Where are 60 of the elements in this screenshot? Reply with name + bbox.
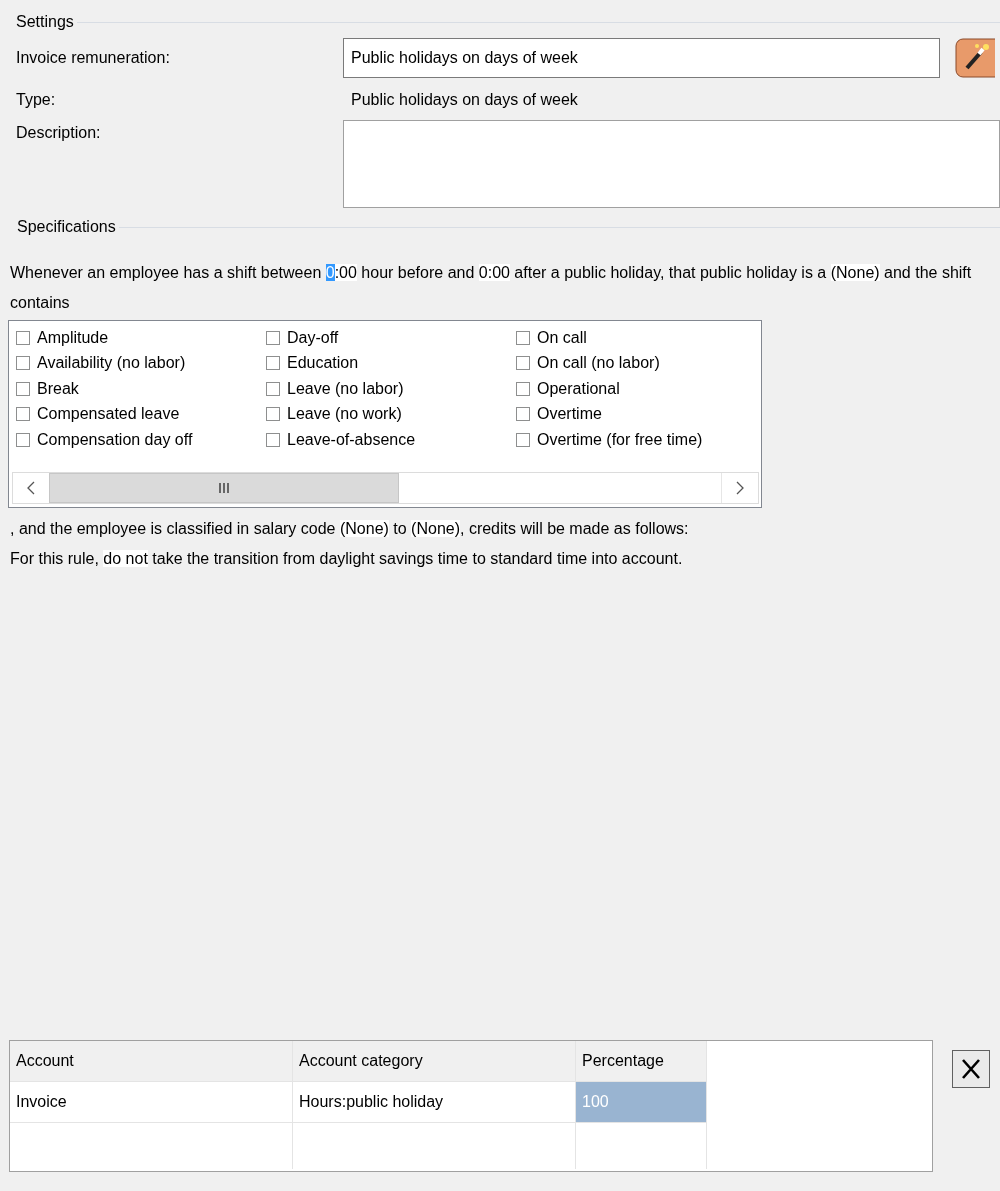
checkbox[interactable] bbox=[516, 381, 530, 396]
inline-field[interactable]: (None) bbox=[411, 520, 460, 537]
inline-field[interactable]: (None) bbox=[830, 264, 880, 281]
table-cell: 100 bbox=[576, 1082, 707, 1123]
field-label: Invoice remuneration: bbox=[15, 49, 171, 67]
horizontal-scrollbar[interactable] bbox=[12, 472, 759, 504]
scroll-thumb[interactable] bbox=[49, 473, 399, 503]
checkbox-item[interactable]: Education bbox=[262, 350, 512, 376]
checkbox-item[interactable]: Overtime (for free time) bbox=[512, 427, 762, 453]
checkbox-item[interactable]: On call bbox=[512, 325, 762, 351]
field-label: Type: bbox=[15, 91, 57, 109]
checkbox[interactable] bbox=[16, 356, 30, 371]
delete-button[interactable] bbox=[952, 1050, 990, 1088]
text-field[interactable]: Public holidays on days of week bbox=[343, 38, 940, 78]
checkbox[interactable] bbox=[16, 330, 30, 345]
group-title: Specifications bbox=[16, 218, 117, 236]
checkbox-item[interactable]: Operational bbox=[512, 376, 762, 402]
rule-sentence: , and the employee is classified in salary code (None) to (None), credits will be made as follows: bbox=[9, 519, 690, 539]
checkbox[interactable] bbox=[516, 432, 530, 447]
inline-field[interactable]: do not bbox=[103, 550, 148, 567]
checkbox[interactable] bbox=[16, 432, 30, 447]
checkbox-item[interactable]: Amplitude bbox=[12, 325, 262, 351]
field-label: Description: bbox=[15, 123, 102, 142]
checkbox[interactable] bbox=[516, 330, 530, 345]
inline-field[interactable]: (None) bbox=[339, 520, 389, 537]
checkbox-item[interactable]: Leave (no work) bbox=[262, 401, 512, 427]
type-value: Public holidays on days of week bbox=[350, 91, 578, 109]
inline-field[interactable]: 0:00 bbox=[325, 264, 357, 281]
magic-wand-icon bbox=[955, 38, 995, 78]
column-header[interactable]: Account bbox=[10, 1041, 293, 1082]
checkbox[interactable] bbox=[16, 407, 30, 422]
checkbox-item[interactable]: On call (no labor) bbox=[512, 350, 762, 376]
checkbox-item[interactable]: Leave (no labor) bbox=[262, 376, 512, 402]
column-header[interactable]: Percentage bbox=[576, 1041, 707, 1082]
close-icon bbox=[959, 1057, 983, 1081]
column-header[interactable]: Account category bbox=[293, 1041, 576, 1082]
rule-sentence: Whenever an employee has a shift between 0:00 hour before and 0:00 after a public holiday, that public holiday is a (None) and the shift contains bbox=[9, 263, 973, 313]
checkbox[interactable] bbox=[266, 407, 280, 422]
scroll-right-icon[interactable] bbox=[722, 473, 758, 503]
checkbox-item[interactable]: Compensated leave bbox=[12, 401, 262, 427]
inline-field[interactable]: 0:00 bbox=[478, 264, 510, 281]
table-cell: Invoice bbox=[10, 1082, 293, 1123]
rule-sentence: For this rule, do not take the transition from daylight savings time to standard time into account. bbox=[9, 549, 684, 569]
checkbox[interactable] bbox=[266, 381, 280, 396]
checkbox-item[interactable]: Availability (no labor) bbox=[12, 350, 262, 376]
checkbox[interactable] bbox=[266, 330, 280, 345]
checkbox[interactable] bbox=[516, 407, 530, 422]
checkbox-item[interactable]: Compensation day off bbox=[12, 427, 262, 453]
checkbox-item[interactable]: Day-off bbox=[262, 325, 512, 351]
group-title: Settings bbox=[15, 13, 75, 31]
checkbox-item[interactable]: Leave-of-absence bbox=[262, 427, 512, 453]
scroll-left-icon[interactable] bbox=[13, 473, 49, 503]
checkbox-item[interactable]: Overtime bbox=[512, 401, 762, 427]
checkbox[interactable] bbox=[16, 381, 30, 396]
checkbox[interactable] bbox=[266, 432, 280, 447]
description-field[interactable] bbox=[343, 120, 1000, 208]
checkbox-item[interactable]: Break bbox=[12, 376, 262, 402]
checkbox[interactable] bbox=[516, 356, 530, 371]
wizard-button[interactable] bbox=[955, 36, 995, 80]
checkbox[interactable] bbox=[266, 356, 280, 371]
